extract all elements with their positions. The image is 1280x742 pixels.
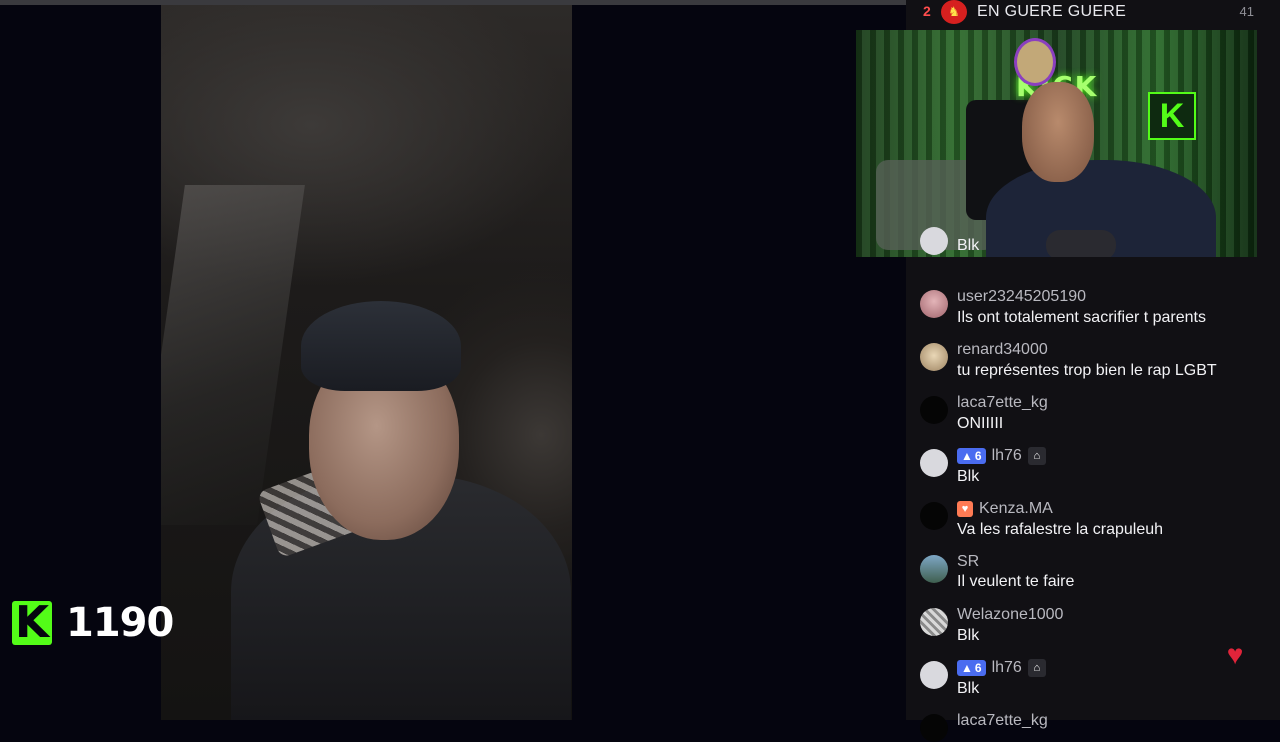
main-video[interactable] <box>161 5 572 720</box>
username[interactable]: laca7ette_kg <box>957 712 1048 730</box>
username[interactable]: user23245205190 <box>957 288 1086 306</box>
message-text: ONIIIII <box>957 415 1004 432</box>
pip-avatar-badge-icon <box>1014 38 1056 86</box>
heart-badge-icon: ♥ <box>957 501 973 517</box>
heart-icon[interactable]: ♥ <box>1222 641 1248 669</box>
avatar[interactable] <box>920 502 948 530</box>
username[interactable]: SR <box>957 553 979 571</box>
subscriber-months: 6 <box>974 449 982 463</box>
subscriber-months: 6 <box>974 661 982 675</box>
message-text: Ils ont totalement sacrifier t parents <box>957 309 1206 326</box>
header-rank: 2 <box>923 3 931 19</box>
triangle-icon: ▲ <box>961 661 973 675</box>
username[interactable]: laca7ette_kg <box>957 394 1048 412</box>
avatar[interactable] <box>920 608 948 636</box>
subscriber-badge: ▲ 6 <box>957 448 986 464</box>
username[interactable]: lh76 <box>992 659 1022 677</box>
triangle-icon: ▲ <box>961 449 973 463</box>
pip-microphone <box>1046 230 1116 257</box>
username-row[interactable]: ▲ 6 lh76 ⌂ <box>957 659 1046 677</box>
car-interior <box>161 185 305 525</box>
viewer-counter: K 1190 <box>12 597 174 648</box>
message-text: Va les rafalestre la crapuleuh <box>957 521 1164 538</box>
pip-person-head <box>1022 82 1094 182</box>
chat-header[interactable]: 2 ♞ EN GUERE GUERE 41 <box>906 0 1280 26</box>
message-text: Blk <box>957 680 980 697</box>
header-count: 41 <box>1239 4 1254 19</box>
pip-wall-logo: K <box>1148 92 1196 140</box>
message-text: tu représentes trop bien le rap LGBT <box>957 362 1217 379</box>
kick-logo-letter: K <box>14 597 50 648</box>
message-text: Blk <box>957 468 980 485</box>
avatar[interactable] <box>920 343 948 371</box>
pip-webcam[interactable]: KICK K <box>856 30 1257 257</box>
username-row[interactable]: ▲ 6 lh76 ⌂ <box>957 447 1046 465</box>
avatar[interactable] <box>920 396 948 424</box>
ferrari-badge-icon: ♞ <box>941 0 967 24</box>
avatar[interactable] <box>920 227 948 255</box>
header-name: EN GUERE GUERE <box>977 3 1127 20</box>
gift-icon: ⌂ <box>1027 447 1046 465</box>
subscriber-badge: ▲ 6 <box>957 660 986 676</box>
gift-icon: ⌂ <box>1027 659 1046 677</box>
message-text: Blk <box>957 237 980 254</box>
username[interactable]: Welazone1000 <box>957 606 1063 624</box>
avatar[interactable] <box>920 714 948 742</box>
message-text: Il veulent te faire <box>957 573 1075 590</box>
avatar[interactable] <box>920 449 948 477</box>
viewer-count: 1190 <box>66 600 174 646</box>
avatar[interactable] <box>920 555 948 583</box>
avatar[interactable] <box>920 661 948 689</box>
kick-logo-icon: K <box>12 597 52 648</box>
message-text: Blk <box>957 627 980 644</box>
streamer-cap <box>301 301 461 391</box>
username[interactable]: Kenza.MA <box>979 500 1053 518</box>
username[interactable]: renard34000 <box>957 341 1048 359</box>
username[interactable]: lh76 <box>992 447 1022 465</box>
avatar[interactable] <box>920 290 948 318</box>
username-row[interactable]: ♥ Kenza.MA <box>957 500 1053 518</box>
